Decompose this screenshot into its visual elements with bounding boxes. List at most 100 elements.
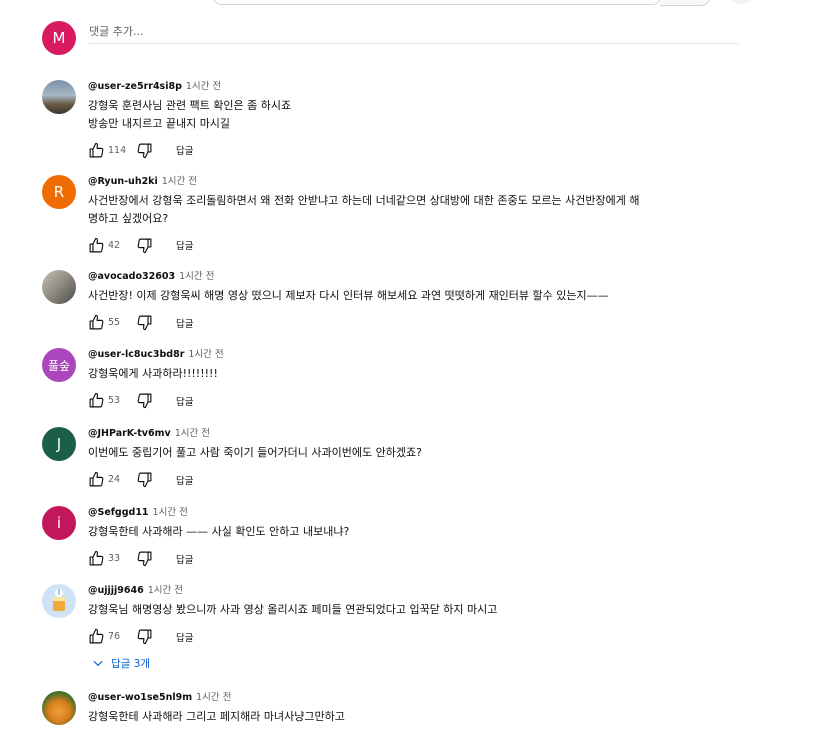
dislike-button[interactable] [136,627,154,647]
reply-button[interactable]: 답글 [176,549,193,569]
comment-actions: 76 답글 [88,627,748,647]
commenter-avatar[interactable] [42,80,76,114]
avatar-letter: i [56,514,62,532]
commenter-avatar[interactable]: R [42,175,76,209]
comment-author[interactable]: @Ryun-uh2ki [88,176,158,187]
thumbs-down-icon [137,143,152,158]
search-button[interactable] [660,0,711,6]
commenter-avatar[interactable]: 풀숲 [42,348,76,382]
comment-author[interactable]: @user-lc8uc3bd8r [88,349,184,360]
comment-text: 사건반장에서 강형욱 조리돌림하면서 왜 전화 안받냐고 하는데 너네같으면 상… [88,194,640,225]
commenter-avatar[interactable]: i [42,506,76,540]
comment-time[interactable]: 1시간 전 [179,271,214,282]
comment-actions: 114 답글 [88,140,748,160]
commenter-avatar[interactable] [42,270,76,304]
comment-time[interactable]: 1시간 전 [186,81,221,92]
thumbs-up-icon [89,550,104,566]
comment-text: 강형욱에게 사과하라!!!!!!!! [88,367,218,380]
comment-body: @JHParK-tv6mv 1시간 전 이번에도 중립기어 풀고 사람 죽이기 들… [88,427,748,490]
comment-author[interactable]: @JHParK-tv6mv [88,428,171,439]
thumbs-up-icon [89,142,104,157]
commenter-avatar[interactable] [42,584,76,618]
comment-text: 사건반장! 이제 강형욱씨 해명 영상 떴으니 제보자 다시 인터뷰 해보세요 … [88,289,609,302]
view-replies-label: 답글 3개 [111,657,150,670]
thumbs-down-icon [137,393,152,409]
like-button[interactable] [88,627,106,647]
reply-button[interactable]: 답글 [176,470,193,490]
like-button[interactable] [88,313,106,333]
reply-button[interactable]: 답글 [176,140,193,160]
dislike-button[interactable] [136,470,154,490]
comment-body: @avocado32603 1시간 전 사건반장! 이제 강형욱씨 해명 영상 떴… [88,270,748,333]
commenter-avatar[interactable] [42,691,76,725]
comment-time[interactable]: 1시간 전 [196,692,231,703]
comment-time[interactable]: 1시간 전 [162,176,197,187]
commenter-avatar[interactable]: J [42,427,76,461]
comment-author[interactable]: @avocado32603 [88,271,175,282]
like-count: 55 [108,317,121,328]
dislike-button[interactable] [136,313,154,333]
like-count: 33 [108,553,121,564]
comment-time[interactable]: 1시간 전 [175,428,210,439]
comment-text: 강형욱님 해명영상 봤으니까 사과 영상 올리시죠 페미들 연관되었다고 입꾹닫… [88,603,498,616]
dislike-button[interactable] [136,235,154,255]
add-comment-input[interactable]: 댓글 추가... [89,21,739,44]
avatar-letter: J [56,435,62,453]
like-count: 76 [108,631,121,642]
comment-time[interactable]: 1시간 전 [153,507,188,518]
thumbs-up-icon [89,237,104,252]
chevron-down-icon [93,660,103,667]
comment-author[interactable]: @user-wo1se5nl9m [88,692,192,703]
dislike-button[interactable] [136,391,154,411]
thumbs-up-icon [89,471,104,487]
dislike-button[interactable] [136,140,154,160]
comment-text: 강형욱 훈련사님 관련 팩트 확인은 좀 하시죠 방송만 내지르고 끝내지 마시… [88,99,292,130]
user-avatar: M [42,21,76,55]
avatar-letter: R [53,183,65,201]
like-count: 24 [108,474,121,485]
comment-body: @ujjjj9646 1시간 전 강형욱님 해명영상 봤으니까 사과 영상 올리시… [88,584,748,647]
comment-time[interactable]: 1시간 전 [188,349,223,360]
comment-time[interactable]: 1시간 전 [148,585,183,596]
like-button[interactable] [88,391,106,411]
top-bar [0,0,840,6]
comment-body: @user-lc8uc3bd8r 1시간 전 강형욱에게 사과하라!!!!!!!!… [88,348,748,411]
add-comment-row: M 댓글 추가... [42,21,742,57]
reply-button[interactable]: 답글 [176,627,193,647]
comment-actions: 33 답글 [88,549,748,569]
search-input[interactable] [212,0,662,5]
comment-body: @Sefggd11 1시간 전 강형욱한테 사과해라 —— 사실 확인도 안하고 … [88,506,748,569]
like-button[interactable] [88,235,106,255]
thumbs-down-icon [137,551,152,567]
comment-text: 강형욱한테 사과해라 그리고 페지해라 마녀사냥그만하고 [88,710,345,723]
avatar-letter: M [52,29,66,47]
comment-author[interactable]: @Sefggd11 [88,507,149,518]
reply-button[interactable]: 답글 [176,235,193,255]
view-replies-button[interactable]: 답글 3개 [91,655,150,671]
comment-author[interactable]: @ujjjj9646 [88,585,144,596]
like-count: 53 [108,395,121,406]
thumbs-down-icon [137,315,152,331]
thumbs-up-icon [89,314,104,330]
comment-body: @user-wo1se5nl9m 1시간 전 강형욱한테 사과해라 그리고 페지해… [88,691,748,726]
comment-actions: 42 답글 [88,235,748,255]
like-button[interactable] [88,549,106,569]
dislike-button[interactable] [136,549,154,569]
reply-button[interactable]: 답글 [176,313,193,333]
comment-actions: 55 답글 [88,313,748,333]
reply-button[interactable]: 답글 [176,391,193,411]
thumbs-down-icon [137,238,152,253]
comment-body: @Ryun-uh2ki 1시간 전 사건반장에서 강형욱 조리돌림하면서 왜 전화… [88,175,748,255]
comment-body: @user-ze5rr4si8p 1시간 전 강형욱 훈련사님 관련 팩트 확인은… [88,80,748,160]
comment-author[interactable]: @user-ze5rr4si8p [88,81,182,92]
comment-text: 이번에도 중립기어 풀고 사람 죽이기 들어가더니 사과이번에도 안하겠죠? [88,446,422,459]
thumbs-down-icon [137,629,152,645]
comment-text: 강형욱한테 사과해라 —— 사실 확인도 안하고 내보내냐? [88,525,350,538]
like-button[interactable] [88,140,106,160]
voice-search-button[interactable] [728,0,754,4]
like-button[interactable] [88,470,106,490]
thumbs-up-icon [89,628,104,644]
thumbs-up-icon [89,392,104,408]
like-count: 114 [108,144,127,156]
thumbs-down-icon [137,472,152,488]
